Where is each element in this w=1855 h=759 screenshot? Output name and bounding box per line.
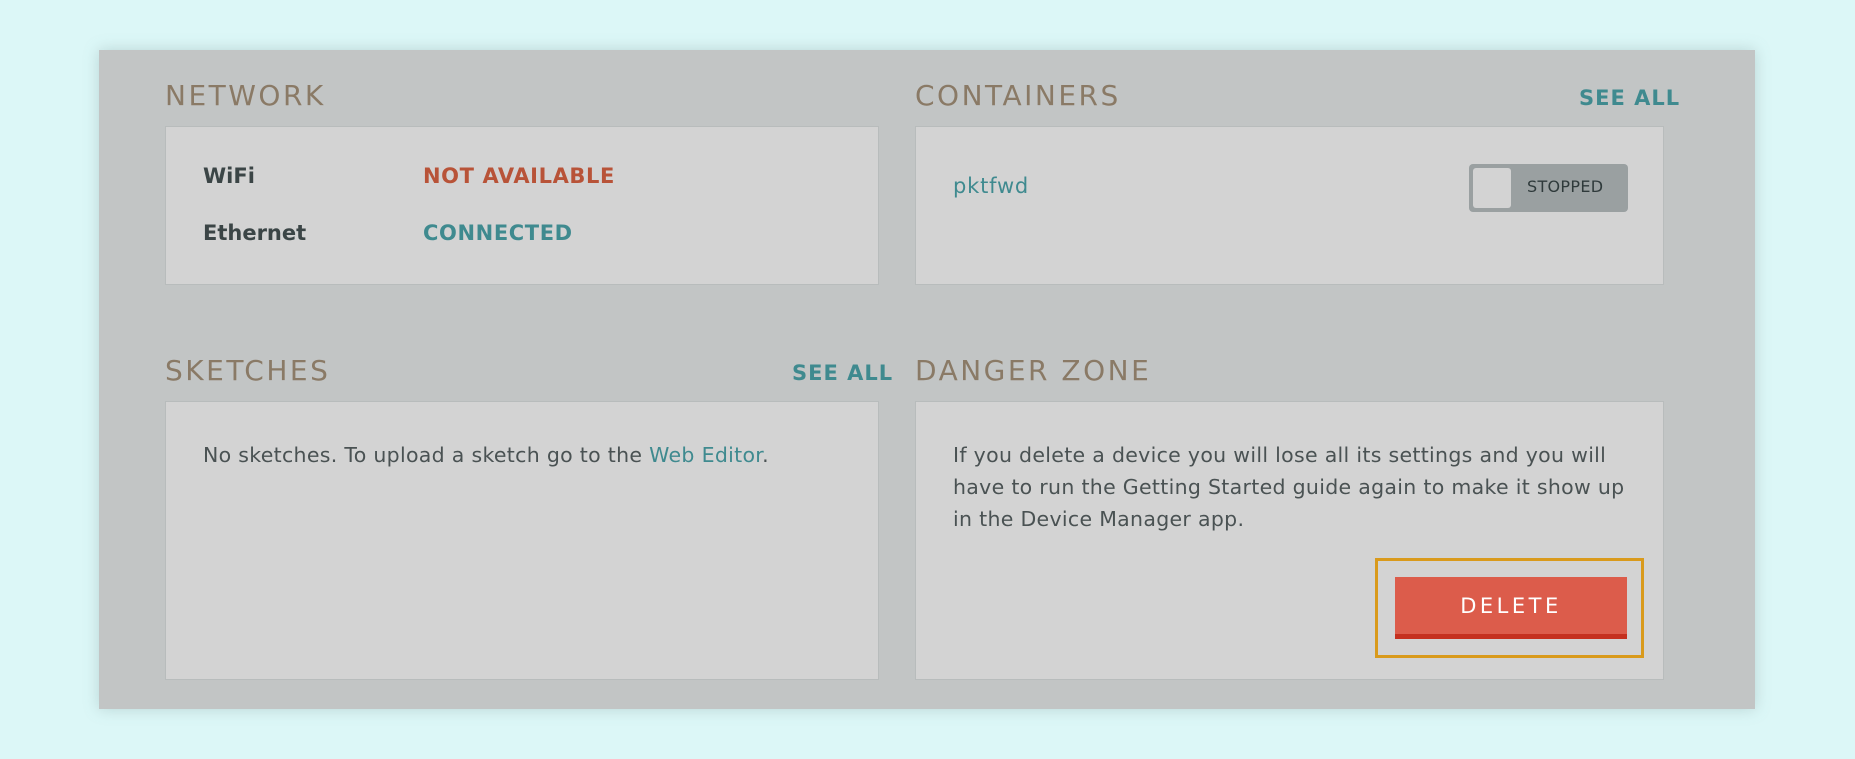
sketches-card: No sketches. To upload a sketch go to th… bbox=[165, 401, 879, 680]
web-editor-link[interactable]: Web Editor bbox=[649, 443, 762, 467]
ethernet-label: Ethernet bbox=[203, 221, 307, 245]
wifi-status: NOT AVAILABLE bbox=[423, 164, 615, 188]
danger-zone-line: in the Device Manager app. bbox=[953, 507, 1245, 531]
danger-zone-description: If you delete a device you will lose all… bbox=[953, 439, 1624, 535]
container-state-toggle[interactable]: STOPPED bbox=[1469, 164, 1628, 212]
containers-section-title: CONTAINERS bbox=[915, 79, 1121, 112]
sketches-empty-message: No sketches. To upload a sketch go to th… bbox=[203, 439, 769, 471]
containers-card: pktfwd STOPPED bbox=[915, 126, 1664, 285]
containers-see-all-link[interactable]: SEE ALL bbox=[1579, 88, 1680, 109]
sketches-section-title: SKETCHES bbox=[165, 354, 331, 387]
danger-zone-section-title: DANGER ZONE bbox=[915, 354, 1152, 387]
toggle-knob bbox=[1473, 168, 1511, 208]
container-name-link[interactable]: pktfwd bbox=[953, 176, 1029, 197]
sketches-empty-period: . bbox=[762, 443, 769, 467]
danger-zone-line: have to run the Getting Started guide ag… bbox=[953, 475, 1625, 499]
delete-device-button[interactable]: DELETE bbox=[1395, 577, 1627, 639]
toggle-state-label: STOPPED bbox=[1527, 177, 1604, 196]
network-card: WiFi NOT AVAILABLE Ethernet CONNECTED bbox=[165, 126, 879, 285]
wifi-label: WiFi bbox=[203, 164, 255, 188]
sketches-see-all-link[interactable]: SEE ALL bbox=[792, 363, 893, 384]
ethernet-status: CONNECTED bbox=[423, 221, 573, 245]
sketches-empty-text: No sketches. To upload a sketch go to th… bbox=[203, 443, 650, 467]
network-section-title: NETWORK bbox=[165, 79, 326, 112]
danger-zone-line: If you delete a device you will lose all… bbox=[953, 443, 1607, 467]
